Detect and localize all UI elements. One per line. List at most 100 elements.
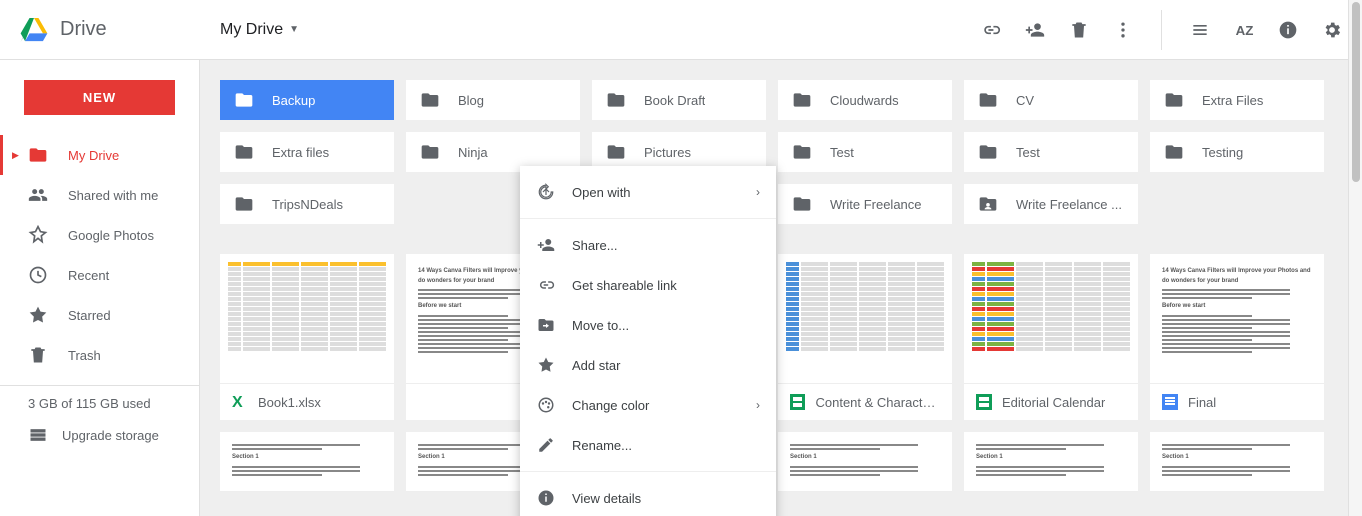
file-tile[interactable]: Section 1	[964, 432, 1138, 492]
sidebar-item-label: Trash	[68, 348, 101, 363]
menu-divider	[520, 218, 776, 219]
folder-name: Backup	[272, 93, 315, 108]
folder-tile[interactable]: Write Freelance	[778, 184, 952, 224]
menu-item-change-color[interactable]: Change color›	[520, 385, 776, 425]
menu-item-label: Rename...	[572, 438, 632, 453]
people-icon	[28, 185, 48, 205]
expand-triangle-icon: ▶	[12, 150, 19, 161]
file-tile[interactable]: Section 1	[1150, 432, 1324, 492]
scroll-thumb[interactable]	[1352, 2, 1360, 182]
menu-item-move-to[interactable]: Move to...	[520, 305, 776, 345]
folder-tile[interactable]: Test	[778, 132, 952, 172]
new-button[interactable]: NEW	[24, 80, 175, 115]
file-tile[interactable]: Editorial Calendar	[964, 254, 1138, 420]
folder-name: Ninja	[458, 145, 488, 160]
menu-item-share[interactable]: Share...	[520, 225, 776, 265]
file-tile[interactable]: XBook1.xlsx	[220, 254, 394, 420]
menu-item-label: View details	[572, 491, 641, 506]
menu-item-icon	[536, 488, 556, 508]
folder-name: Cloudwards	[830, 93, 899, 108]
folder-tile[interactable]: Backup	[220, 80, 394, 120]
menu-item-icon	[536, 182, 556, 202]
link-icon[interactable]	[981, 20, 1001, 40]
sidebar-item-label: Recent	[68, 268, 109, 283]
file-tile[interactable]: Content & Character...	[778, 254, 952, 420]
more-vert-icon[interactable]	[1113, 20, 1133, 40]
menu-item-icon	[536, 395, 556, 415]
menu-item-add-star[interactable]: Add star	[520, 345, 776, 385]
folder-tile[interactable]: Cloudwards	[778, 80, 952, 120]
star-icon	[28, 305, 48, 325]
sidebar: NEW ▶ My Drive Shared with me Google Pho…	[0, 60, 200, 516]
sidebar-item-recent[interactable]: Recent	[0, 255, 199, 295]
sidebar-item-label: Google Photos	[68, 228, 154, 243]
folder-tile[interactable]: Extra files	[220, 132, 394, 172]
context-menu: Open with› Share... Get shareable link Move…	[520, 166, 776, 516]
folder-tile[interactable]: Book Draft	[592, 80, 766, 120]
menu-item-icon	[536, 315, 556, 335]
header: Drive My Drive ▼ AZ	[0, 0, 1362, 60]
divider	[1161, 10, 1162, 50]
folder-name: Blog	[458, 93, 484, 108]
folder-tile[interactable]: Extra Files	[1150, 80, 1324, 120]
sidebar-item-my-drive[interactable]: ▶ My Drive	[0, 135, 199, 175]
sidebar-item-label: Starred	[68, 308, 111, 323]
sidebar-item-trash[interactable]: Trash	[0, 335, 199, 375]
logo-area[interactable]: Drive	[20, 18, 220, 42]
file-tile[interactable]: 14 Ways Canva Filters will Improve your …	[1150, 254, 1324, 420]
sort-az-icon[interactable]: AZ	[1234, 20, 1254, 40]
sheets-icon	[976, 394, 992, 410]
folder-name: Test	[1016, 145, 1040, 160]
menu-item-view-details[interactable]: View details	[520, 478, 776, 516]
menu-item-rename[interactable]: Rename...	[520, 425, 776, 465]
folder-name: TripsNDeals	[272, 197, 343, 212]
folder-name: Testing	[1202, 145, 1243, 160]
files-grid: XBook1.xlsx 14 Ways Canva Filters will Im…	[220, 254, 1342, 420]
folder-tile[interactable]: Test	[964, 132, 1138, 172]
folder-name: Extra files	[272, 145, 329, 160]
sidebar-item-starred[interactable]: Starred	[0, 295, 199, 335]
storage-icon	[28, 425, 48, 445]
menu-item-label: Change color	[572, 398, 649, 413]
folder-name: Test	[830, 145, 854, 160]
menu-item-icon	[536, 275, 556, 295]
menu-item-label: Share...	[572, 238, 618, 253]
sidebar-item-photos[interactable]: Google Photos	[0, 215, 199, 255]
upgrade-storage-link[interactable]: Upgrade storage	[0, 425, 199, 445]
list-view-icon[interactable]	[1190, 20, 1210, 40]
breadcrumb[interactable]: My Drive ▼	[220, 21, 299, 39]
folder-tile[interactable]: TripsNDeals	[220, 184, 394, 224]
folder-tile[interactable]: CV	[964, 80, 1138, 120]
folder-tile[interactable]: Write Freelance ...	[964, 184, 1138, 224]
breadcrumb-label: My Drive	[220, 21, 283, 39]
sidebar-item-shared[interactable]: Shared with me	[0, 175, 199, 215]
menu-divider	[520, 471, 776, 472]
file-icon	[418, 394, 434, 410]
folder-tile[interactable]: Blog	[406, 80, 580, 120]
menu-item-open-with[interactable]: Open with›	[520, 172, 776, 212]
sheets-icon	[790, 394, 805, 410]
add-person-icon[interactable]	[1025, 20, 1045, 40]
photos-icon	[28, 225, 48, 245]
menu-item-icon	[536, 235, 556, 255]
folder-name: Pictures	[644, 145, 691, 160]
upgrade-label: Upgrade storage	[62, 428, 159, 443]
settings-gear-icon[interactable]	[1322, 20, 1342, 40]
file-tile[interactable]: Section 1	[778, 432, 952, 492]
vertical-scrollbar[interactable]	[1348, 0, 1362, 516]
file-name: Book1.xlsx	[258, 395, 321, 410]
folder-name: Extra Files	[1202, 93, 1263, 108]
trash-icon[interactable]	[1069, 20, 1089, 40]
folder-tile[interactable]: Testing	[1150, 132, 1324, 172]
menu-item-label: Move to...	[572, 318, 629, 333]
file-name: Content & Character...	[815, 395, 940, 410]
drive-folder-icon	[28, 145, 48, 165]
sidebar-item-label: My Drive	[68, 148, 119, 163]
file-tile[interactable]: Section 1	[220, 432, 394, 492]
menu-item-get-shareable-link[interactable]: Get shareable link	[520, 265, 776, 305]
info-icon[interactable]	[1278, 20, 1298, 40]
menu-item-label: Get shareable link	[572, 278, 677, 293]
app-title: Drive	[60, 18, 107, 41]
storage-usage-text: 3 GB of 115 GB used	[0, 396, 199, 425]
main-content: Backup Blog Book Draft Cloudwards CV Extra Fi…	[200, 60, 1362, 516]
